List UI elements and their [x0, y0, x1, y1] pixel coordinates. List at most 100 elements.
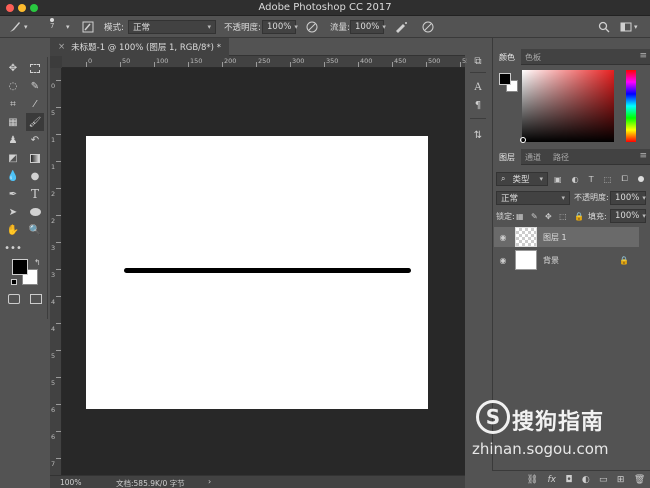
shape-filter-icon[interactable]: ⬚ — [604, 175, 612, 184]
crop-tool[interactable]: ⌗ — [4, 95, 22, 113]
shape-tool[interactable] — [26, 203, 44, 221]
type-filter-icon[interactable]: T — [589, 175, 594, 184]
marquee-tool[interactable] — [26, 59, 44, 77]
eraser-icon: ◩ — [8, 152, 18, 164]
new-layer-icon[interactable]: ⊞ — [617, 475, 625, 485]
mode-select[interactable]: 正常 ▾ — [128, 20, 216, 34]
zoom-level[interactable]: 100% — [60, 478, 81, 487]
hue-slider[interactable] — [626, 70, 636, 142]
zoom-tool[interactable]: 🔍 — [26, 221, 44, 239]
blend-mode-select[interactable]: 正常 ▾ — [496, 191, 570, 205]
layer-row[interactable]: ◉ 图层 1 — [494, 227, 639, 247]
lock-all-icon[interactable]: 🔒 — [574, 212, 584, 221]
pen-tool[interactable]: ✒ — [4, 185, 22, 203]
tab-channels[interactable]: 通道 — [519, 149, 547, 165]
hand-tool[interactable]: ✋ — [4, 221, 22, 239]
dodge-icon: ● — [30, 170, 40, 182]
horizontal-ruler[interactable]: 050100150200250300350400450500550 — [62, 56, 474, 68]
link-layers-icon[interactable]: ⛓ — [527, 475, 538, 485]
screen-mode-icon[interactable] — [30, 294, 42, 304]
foreground-color-chip[interactable] — [499, 73, 511, 85]
tab-paths[interactable]: 路径 — [547, 149, 575, 165]
adjustment-layer-icon[interactable]: ◐ — [582, 475, 590, 485]
flow-input[interactable]: 100% ▾ — [350, 20, 386, 34]
path-selection-tool[interactable]: ➤ — [4, 203, 22, 221]
search-button[interactable] — [598, 20, 610, 34]
folder-icon[interactable]: ▭ — [599, 475, 608, 485]
smart-object-filter-icon[interactable]: ⧠ — [621, 174, 627, 184]
color-field[interactable] — [522, 70, 614, 142]
fill-input[interactable]: 100% ▾ — [610, 209, 646, 223]
tool-preset-picker[interactable]: ▾ — [8, 20, 28, 34]
ruler-origin[interactable] — [50, 56, 62, 68]
gradient-tool[interactable] — [26, 149, 44, 167]
document-tab[interactable]: × 未标题-1 @ 100% (图层 1, RGB/8*) * — [50, 38, 229, 56]
quick-mask-icon[interactable] — [8, 294, 20, 304]
layer-opacity-input[interactable]: 100% ▾ — [610, 191, 646, 205]
adjustment-filter-icon[interactable]: ◐ — [572, 175, 579, 184]
quick-selection-tool[interactable]: ✎ — [26, 77, 44, 95]
workspace-switcher[interactable]: ▾ — [620, 20, 638, 34]
move-tool[interactable]: ✥ — [4, 59, 22, 77]
lock-pixels-icon[interactable]: ✎ — [531, 212, 538, 221]
ruler-tick — [56, 296, 61, 297]
trash-icon[interactable]: 🗑 — [634, 475, 645, 485]
eye-icon[interactable]: ◉ — [496, 256, 510, 265]
fx-icon[interactable]: fx — [547, 475, 556, 485]
ruler-tick — [188, 62, 189, 67]
close-icon[interactable]: × — [58, 42, 65, 52]
default-colors-icon[interactable] — [11, 279, 17, 285]
lock-transparent-icon[interactable]: ▦ — [516, 212, 524, 221]
lock-position-icon[interactable]: ✥ — [545, 212, 552, 221]
eyedropper-tool[interactable]: ⁄ — [26, 95, 44, 113]
panel-menu-icon[interactable]: ≡ — [639, 51, 647, 61]
eye-icon[interactable]: ◉ — [496, 233, 510, 242]
filter-toggle-icon[interactable] — [637, 176, 644, 182]
hand-icon: ✋ — [6, 224, 20, 236]
tab-layers[interactable]: 图层 — [493, 149, 521, 165]
layer-filter-select[interactable]: ⌕ 类型 ▾ — [496, 172, 548, 186]
properties-panel-button[interactable]: ⇅ — [471, 128, 485, 142]
type-tool[interactable]: T — [26, 185, 44, 203]
ruler-label: 7 — [51, 460, 56, 468]
airbrush-button[interactable] — [394, 20, 408, 34]
color-field-cursor[interactable] — [520, 137, 526, 143]
blur-tool[interactable]: 💧 — [4, 167, 22, 185]
lasso-tool[interactable]: ◌ — [4, 77, 22, 95]
healing-brush-tool[interactable]: ▦ — [4, 113, 22, 131]
ruler-label: 5 — [51, 379, 56, 387]
brush-panel-toggle[interactable] — [82, 20, 94, 34]
character-panel-button[interactable]: A — [471, 80, 485, 94]
eraser-tool[interactable]: ◩ — [4, 149, 22, 167]
add-mask-icon[interactable]: ◘ — [565, 475, 572, 485]
marquee-icon — [30, 63, 40, 73]
tab-color[interactable]: 颜色 — [493, 49, 521, 65]
vertical-ruler[interactable]: 0 5 1 1 2 2 3 3 4 4 5 5 6 6 7 — [50, 68, 62, 475]
ruler-tick — [56, 215, 61, 216]
status-bar: 100% 文档:585.9K/0 字节 › — [50, 475, 465, 488]
layer-row[interactable]: ◉ 背景 🔒 — [494, 250, 639, 270]
dodge-tool[interactable]: ● — [26, 167, 44, 185]
tab-swatches[interactable]: 色板 — [519, 49, 547, 65]
image-filter-icon[interactable]: ▣ — [554, 175, 562, 184]
brush-size-dropdown[interactable]: ▾ — [66, 20, 70, 34]
paragraph-panel-button[interactable]: ¶ — [471, 98, 485, 112]
clone-stamp-tool[interactable]: ♟ — [4, 131, 22, 149]
lock-artboard-icon[interactable]: ⬚ — [559, 212, 567, 221]
panel-menu-icon[interactable]: ≡ — [639, 151, 647, 161]
layer-filter-icons: ▣ ◐ T ⬚ ⧠ — [554, 172, 644, 186]
pen-icon: ✒ — [8, 188, 18, 200]
brush-size-picker[interactable]: 7 — [50, 18, 54, 36]
opacity-input[interactable]: 100% ▾ — [262, 20, 298, 34]
chevron-right-icon[interactable]: › — [208, 477, 211, 486]
pressure-opacity-button[interactable] — [306, 20, 318, 34]
history-panel-button[interactable]: ⧉ — [471, 54, 485, 68]
pressure-size-button[interactable] — [422, 20, 434, 34]
ruler-label: 350 — [326, 57, 339, 65]
swap-colors-icon[interactable]: ↰ — [34, 258, 41, 267]
search-icon — [598, 21, 610, 33]
edit-toolbar-button[interactable]: ••• — [4, 239, 22, 257]
foreground-color-swatch[interactable] — [12, 259, 28, 275]
brush-tool[interactable]: 🖌 — [26, 113, 44, 131]
history-brush-tool[interactable]: ↶ — [26, 131, 44, 149]
